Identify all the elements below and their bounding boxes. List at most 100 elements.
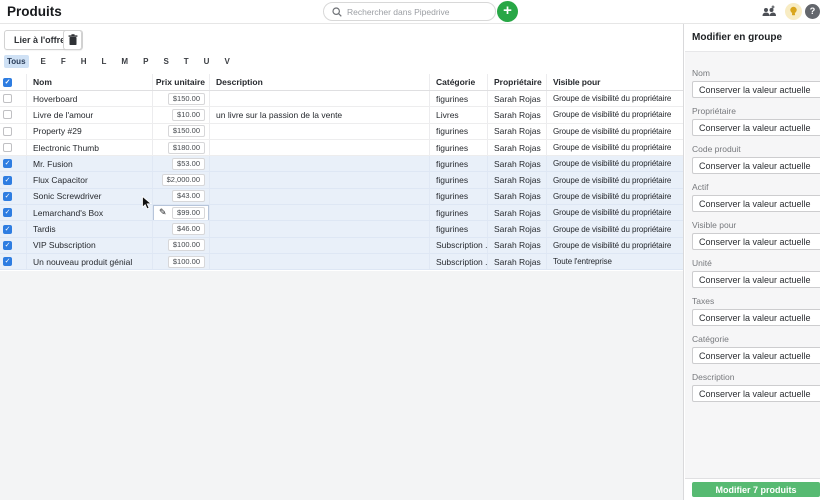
alphabet-filter-e[interactable]: E xyxy=(38,55,49,68)
row-checkbox-2[interactable] xyxy=(3,127,12,136)
product-price-cell[interactable]: $180.00 xyxy=(153,140,210,155)
product-owner-cell[interactable]: Sarah Rojas xyxy=(488,172,547,187)
table-row[interactable]: ✓Flux Capacitor$2,000.00figurinesSarah R… xyxy=(0,172,683,188)
product-category-cell[interactable]: figurines xyxy=(430,91,488,106)
product-owner-cell[interactable]: Sarah Rojas xyxy=(488,254,547,269)
product-owner-cell[interactable]: Sarah Rojas xyxy=(488,140,547,155)
product-description-cell[interactable] xyxy=(210,172,430,187)
delete-button[interactable] xyxy=(63,30,82,50)
row-checkbox-3[interactable] xyxy=(3,143,12,152)
product-name-cell[interactable]: Sonic Screwdriver xyxy=(27,189,153,204)
invite-users-icon[interactable] xyxy=(761,5,777,23)
product-description-cell[interactable]: un livre sur la passion de la vente xyxy=(210,107,430,122)
column-header-1[interactable]: Prix unitaire xyxy=(153,74,210,90)
alphabet-filter-tous[interactable]: Tous xyxy=(4,55,29,68)
bulk-field-select-0[interactable]: Conserver la valeur actuelle xyxy=(692,81,820,98)
product-visibility-cell[interactable]: Groupe de visibilité du propriétaire xyxy=(547,205,683,220)
bulk-field-select-5[interactable]: Conserver la valeur actuelle xyxy=(692,271,820,288)
product-owner-cell[interactable]: Sarah Rojas xyxy=(488,205,547,220)
product-owner-cell[interactable]: Sarah Rojas xyxy=(488,107,547,122)
product-description-cell[interactable] xyxy=(210,238,430,253)
search-input[interactable] xyxy=(347,7,477,17)
product-price-cell[interactable]: $2,000.00 xyxy=(153,172,210,187)
product-owner-cell[interactable]: Sarah Rojas xyxy=(488,189,547,204)
product-visibility-cell[interactable]: Groupe de visibilité du propriétaire xyxy=(547,124,683,139)
product-owner-cell[interactable]: Sarah Rojas xyxy=(488,124,547,139)
product-category-cell[interactable]: figurines xyxy=(430,124,488,139)
alphabet-filter-s[interactable]: S xyxy=(160,55,171,68)
alphabet-filter-f[interactable]: F xyxy=(58,55,69,68)
table-row[interactable]: ✓VIP Subscription$100.00Subscription ...… xyxy=(0,238,683,254)
column-header-0[interactable]: Nom xyxy=(27,74,153,90)
product-visibility-cell[interactable]: Groupe de visibilité du propriétaire xyxy=(547,189,683,204)
row-checkbox-0[interactable] xyxy=(3,94,12,103)
product-description-cell[interactable] xyxy=(210,221,430,236)
price-edit-cell[interactable]: ✎$99.00 xyxy=(153,205,209,220)
product-visibility-cell[interactable]: Groupe de visibilité du propriétaire xyxy=(547,107,683,122)
product-description-cell[interactable] xyxy=(210,156,430,171)
column-header-4[interactable]: Propriétaire xyxy=(488,74,547,90)
product-price-cell[interactable]: $150.00 xyxy=(153,124,210,139)
bulk-field-select-6[interactable]: Conserver la valeur actuelle xyxy=(692,309,820,326)
product-name-cell[interactable]: Flux Capacitor xyxy=(27,172,153,187)
bulk-field-select-4[interactable]: Conserver la valeur actuelle xyxy=(692,233,820,250)
product-price-cell[interactable]: $100.00 xyxy=(153,254,210,269)
product-name-cell[interactable]: Tardis xyxy=(27,221,153,236)
edit-pencil-icon[interactable]: ✎ xyxy=(159,207,167,218)
product-category-cell[interactable]: Subscription ... xyxy=(430,254,488,269)
product-category-cell[interactable]: figurines xyxy=(430,156,488,171)
bulk-field-select-7[interactable]: Conserver la valeur actuelle xyxy=(692,347,820,364)
row-checkbox-5[interactable]: ✓ xyxy=(3,176,12,185)
table-row[interactable]: ✓Un nouveau produit génial$100.00Subscri… xyxy=(0,254,683,270)
bulk-edit-submit-button[interactable]: Modifier 7 produits xyxy=(692,482,820,497)
alphabet-filter-l[interactable]: L xyxy=(99,55,110,68)
product-visibility-cell[interactable]: Groupe de visibilité du propriétaire xyxy=(547,238,683,253)
product-name-cell[interactable]: Electronic Thumb xyxy=(27,140,153,155)
bulk-field-select-2[interactable]: Conserver la valeur actuelle xyxy=(692,157,820,174)
alphabet-filter-h[interactable]: H xyxy=(78,55,90,68)
table-row[interactable]: ✓Mr. Fusion$53.00figurinesSarah RojasGro… xyxy=(0,156,683,172)
product-description-cell[interactable] xyxy=(210,124,430,139)
product-price-cell[interactable]: $10.00 xyxy=(153,107,210,122)
bulk-field-select-3[interactable]: Conserver la valeur actuelle xyxy=(692,195,820,212)
product-price-cell[interactable]: $43.00 xyxy=(153,189,210,204)
product-owner-cell[interactable]: Sarah Rojas xyxy=(488,238,547,253)
product-owner-cell[interactable]: Sarah Rojas xyxy=(488,156,547,171)
product-price-cell[interactable]: $150.00 xyxy=(153,91,210,106)
alphabet-filter-v[interactable]: V xyxy=(221,55,232,68)
product-owner-cell[interactable]: Sarah Rojas xyxy=(488,221,547,236)
column-header-5[interactable]: Visible pour xyxy=(547,74,683,90)
quick-add-button[interactable]: + xyxy=(497,1,518,22)
table-row[interactable]: ✓Lemarchand's Box✎$99.00figurinesSarah R… xyxy=(0,205,683,221)
product-category-cell[interactable]: figurines xyxy=(430,189,488,204)
table-row[interactable]: Hoverboard$150.00figurinesSarah RojasGro… xyxy=(0,91,683,107)
product-name-cell[interactable]: Livre de l'amour xyxy=(27,107,153,122)
product-price-cell[interactable]: $46.00 xyxy=(153,221,210,236)
product-visibility-cell[interactable]: Groupe de visibilité du propriétaire xyxy=(547,221,683,236)
alphabet-filter-m[interactable]: M xyxy=(118,55,131,68)
product-visibility-cell[interactable]: Toute l'entreprise xyxy=(547,254,683,269)
alphabet-filter-t[interactable]: T xyxy=(181,55,192,68)
table-row[interactable]: Livre de l'amour$10.00un livre sur la pa… xyxy=(0,107,683,123)
row-checkbox-9[interactable]: ✓ xyxy=(3,241,12,250)
alphabet-filter-p[interactable]: P xyxy=(140,55,151,68)
table-row[interactable]: ✓ Sonic Screwdriver$43.00 figurinesSarah R… xyxy=(0,189,683,205)
select-all-checkbox[interactable]: ✓ xyxy=(3,78,12,87)
product-description-cell[interactable] xyxy=(210,140,430,155)
product-category-cell[interactable]: figurines xyxy=(430,140,488,155)
row-checkbox-8[interactable]: ✓ xyxy=(3,225,12,234)
product-description-cell[interactable] xyxy=(210,91,430,106)
table-row[interactable]: ✓Tardis$46.00figurinesSarah RojasGroupe … xyxy=(0,221,683,237)
bulk-field-select-1[interactable]: Conserver la valeur actuelle xyxy=(692,119,820,136)
product-description-cell[interactable] xyxy=(210,254,430,269)
product-visibility-cell[interactable]: Groupe de visibilité du propriétaire xyxy=(547,156,683,171)
row-checkbox-7[interactable]: ✓ xyxy=(3,208,12,217)
product-owner-cell[interactable]: Sarah Rojas xyxy=(488,91,547,106)
product-price-cell[interactable]: ✎$99.00 xyxy=(153,205,210,220)
global-search[interactable] xyxy=(323,2,496,21)
product-name-cell[interactable]: Un nouveau produit génial xyxy=(27,254,153,269)
column-header-3[interactable]: Catégorie xyxy=(430,74,488,90)
help-icon[interactable]: ? xyxy=(805,4,820,19)
product-visibility-cell[interactable]: Groupe de visibilité du propriétaire xyxy=(547,172,683,187)
row-checkbox-6[interactable]: ✓ xyxy=(3,192,12,201)
